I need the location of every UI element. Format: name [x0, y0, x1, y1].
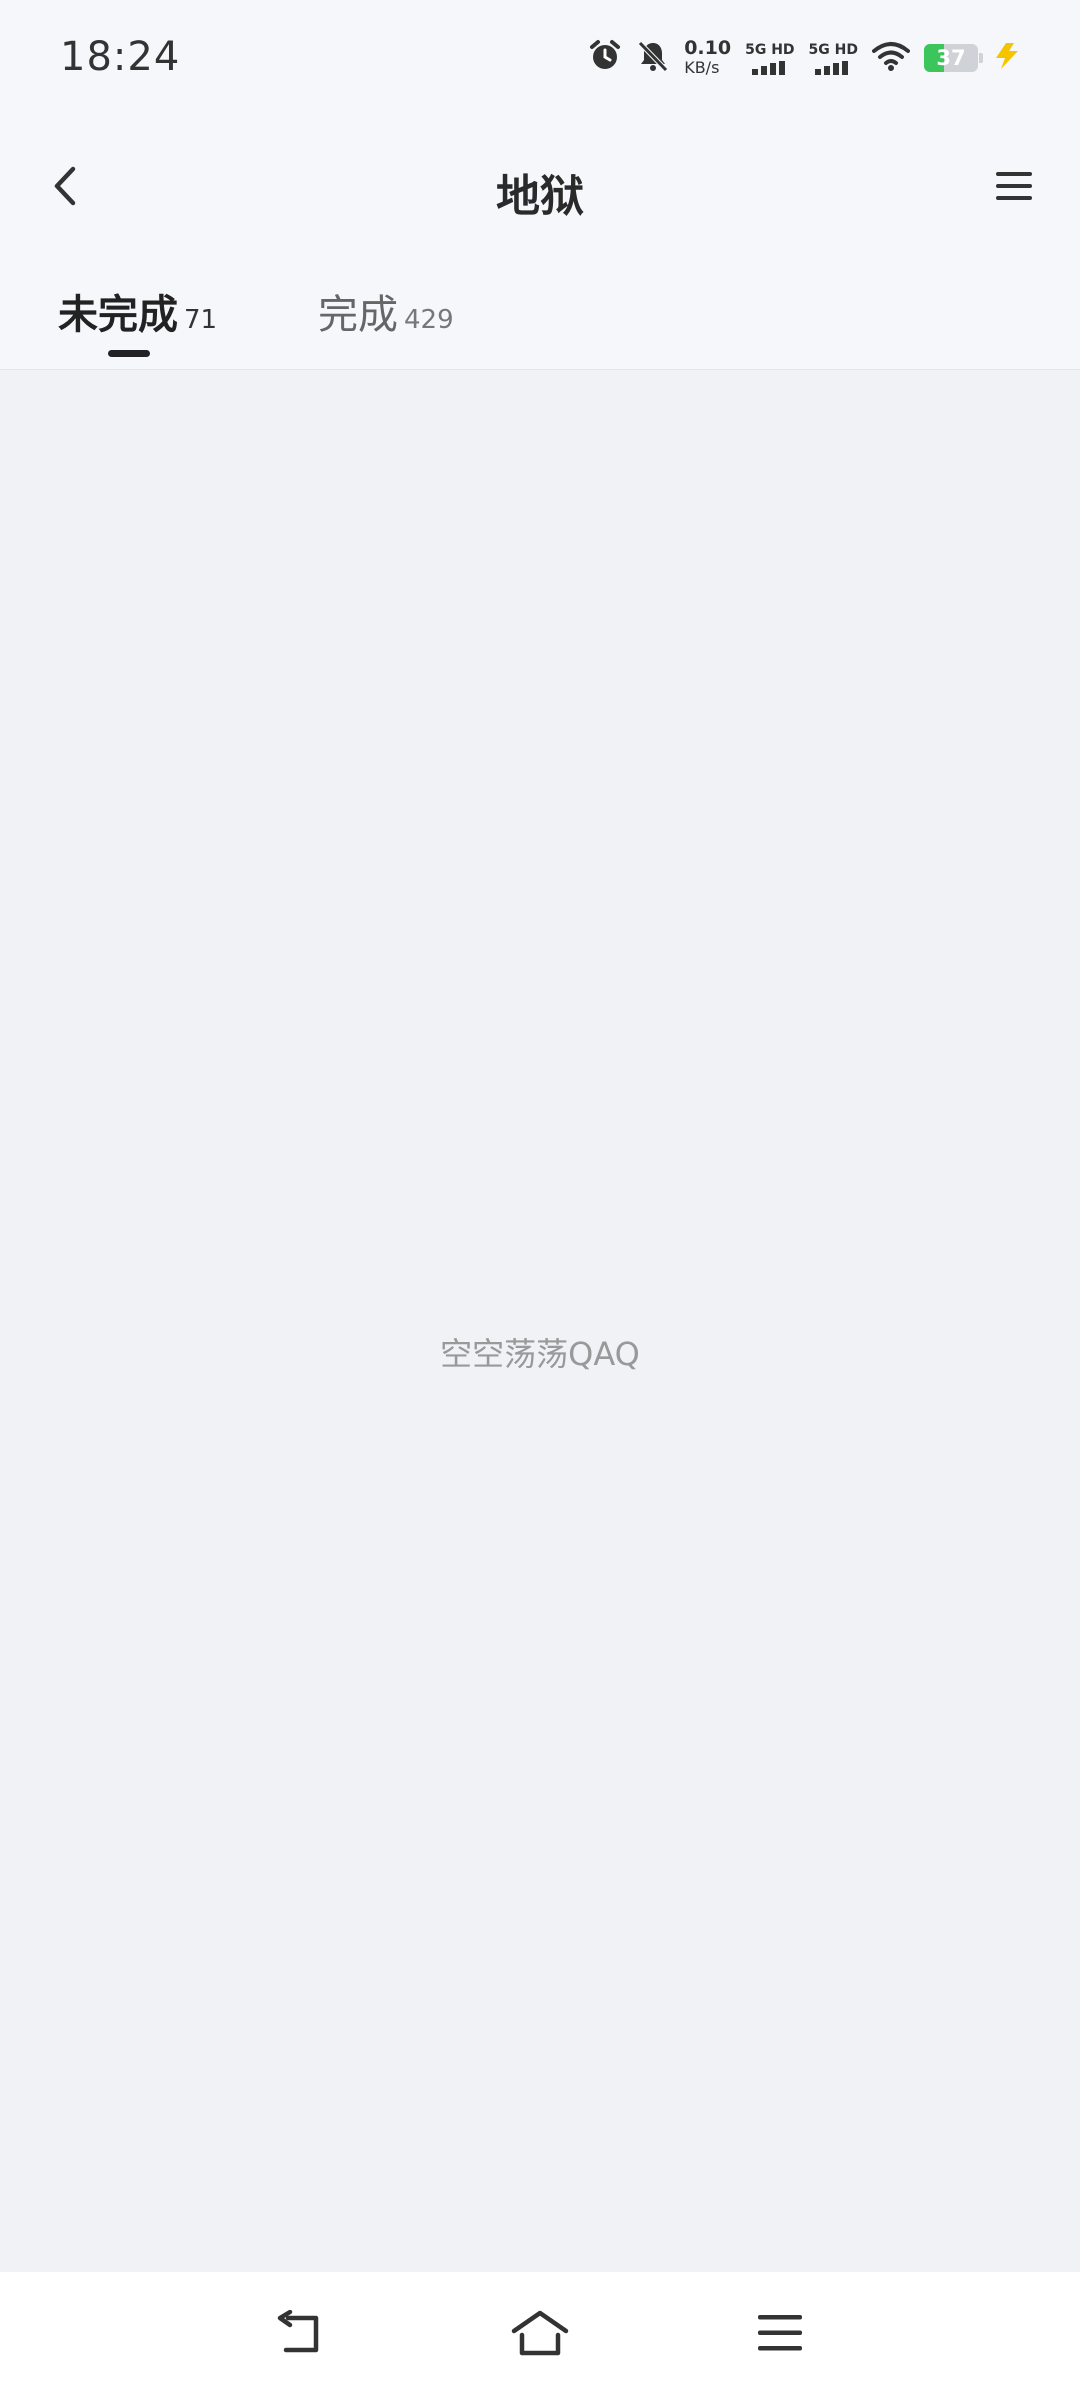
tab-complete[interactable]: 完成 429: [318, 282, 454, 352]
nav-recent-button[interactable]: [740, 2298, 820, 2368]
net-speed-unit: KB/s: [684, 58, 720, 77]
battery-icon: 37: [924, 44, 983, 72]
status-bar: 18:24 0.10 KB/s 5G HD 5G HD 37: [0, 0, 1080, 116]
home-nav-icon: [511, 2310, 569, 2356]
sim2-label: 5G HD: [808, 41, 858, 58]
net-speed: 0.10 KB/s: [684, 38, 731, 78]
empty-state-message: 空空荡荡QAQ: [440, 1335, 640, 1373]
tab-label: 完成: [318, 292, 398, 338]
status-icons: 0.10 KB/s 5G HD 5G HD 37: [588, 34, 1022, 82]
tab-incomplete[interactable]: 未完成 71: [58, 282, 217, 352]
charging-icon: [992, 41, 1022, 75]
net-speed-value: 0.10: [684, 37, 732, 59]
tab-count: 429: [404, 305, 454, 335]
tab-indicator: [108, 350, 150, 357]
alarm-icon: [588, 39, 622, 77]
wifi-icon: [872, 41, 910, 75]
system-nav-bar: [0, 2272, 1080, 2400]
tab-bar: 未完成 71 完成 429: [0, 262, 1080, 370]
menu-button[interactable]: [984, 156, 1044, 216]
nav-home-button[interactable]: [500, 2298, 580, 2368]
sim1-label: 5G HD: [745, 41, 795, 58]
signal-sim1: 5G HD: [745, 41, 795, 75]
signal-sim2: 5G HD: [809, 42, 858, 75]
content-area: 空空荡荡QAQ: [0, 371, 1080, 2271]
signal-icon: [751, 60, 785, 75]
nav-back-button[interactable]: [260, 2298, 340, 2368]
hamburger-menu-icon: [996, 172, 1032, 200]
page-title: 地狱: [496, 171, 584, 222]
mute-icon: [636, 39, 670, 77]
tab-label: 未完成: [58, 292, 178, 338]
top-app-bar: 地狱: [0, 116, 1080, 262]
status-time: 18:24: [60, 34, 181, 80]
tab-count: 71: [184, 305, 218, 335]
signal-icon: [815, 60, 849, 75]
recent-apps-icon: [758, 2315, 802, 2351]
back-nav-icon: [277, 2310, 319, 2353]
battery-level: 37: [936, 46, 966, 70]
